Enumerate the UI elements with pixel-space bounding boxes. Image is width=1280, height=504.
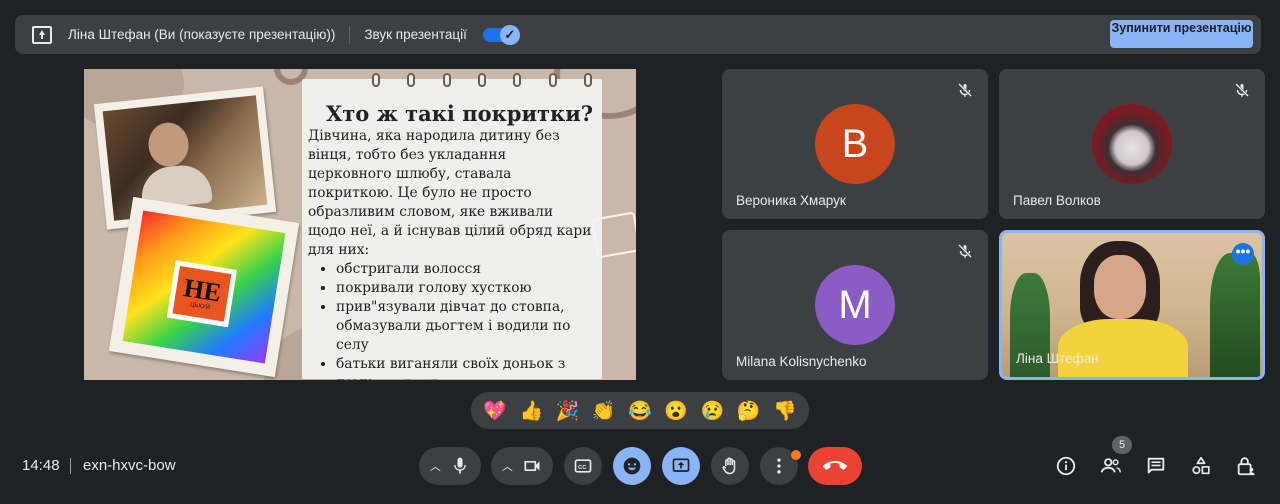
- slide-bullet: обстригали волосся: [336, 260, 594, 279]
- mic-off-icon: [958, 244, 972, 258]
- reaction-clapping[interactable]: 👏: [590, 399, 618, 423]
- host-controls-button[interactable]: [1235, 455, 1257, 477]
- ne-sign-text: НЕ: [181, 273, 224, 308]
- hang-up-icon: [823, 461, 847, 470]
- presenting-bar: Ліна Штефан (Ви (показуєте презентацію))…: [15, 15, 1261, 54]
- reaction-thumbs-up[interactable]: 👍: [517, 399, 545, 423]
- plant-image: [1210, 253, 1260, 377]
- slide-text-card: Хто ж такі покритки? Дівчина, яка народи…: [302, 73, 602, 380]
- present-screen-icon: [32, 25, 52, 44]
- reaction-thumbs-down[interactable]: 👎: [771, 399, 799, 423]
- more-vert-icon: [777, 458, 781, 474]
- captions-button[interactable]: CC: [564, 447, 602, 485]
- emoji-reactions-button[interactable]: [613, 447, 651, 485]
- raise-hand-button[interactable]: [711, 447, 749, 485]
- book-icon: [590, 211, 636, 259]
- people-count-badge: 5: [1112, 436, 1132, 454]
- slide-body: Дівчина, яка народила дитину без вінця, …: [308, 127, 594, 380]
- reaction-sparkling-heart[interactable]: 💖: [481, 399, 509, 423]
- meeting-code[interactable]: exn-hxvc-bow: [83, 457, 176, 474]
- emoji-icon: [623, 457, 641, 475]
- reaction-sad[interactable]: 😢: [698, 399, 726, 423]
- camera-control[interactable]: ︿: [491, 447, 553, 485]
- presenter-text: Ліна Штефан (Ви (показуєте презентацію)): [68, 27, 336, 42]
- avatar-cat-photo: [1092, 104, 1172, 184]
- presentation-sound-label: Звук презентації: [364, 27, 467, 42]
- reaction-party-popper[interactable]: 🎉: [554, 399, 582, 423]
- reaction-laughing[interactable]: 😂: [626, 399, 654, 423]
- people-button[interactable]: [1100, 455, 1122, 477]
- stop-presenting-button[interactable]: Зупинити презентацію: [1110, 20, 1253, 48]
- participant-tile[interactable]: M Milana Kolisnychenko: [722, 230, 988, 380]
- lock-person-icon: [1237, 457, 1255, 476]
- participant-name: Milana Kolisnychenko: [736, 354, 867, 369]
- participant-name: Вероника Хмарук: [736, 193, 846, 208]
- more-options-icon[interactable]: •••: [1232, 243, 1254, 265]
- people-icon: [1100, 458, 1121, 473]
- presentation-slide: НЕ ЦЬКУЙ Хто ж такі покритки? Дівчина, я…: [84, 69, 636, 380]
- activities-icon: [1192, 456, 1210, 475]
- raise-hand-icon: [722, 457, 736, 475]
- participant-name: Ліна Штефан: [1016, 351, 1099, 366]
- chevron-up-icon[interactable]: ︿: [502, 458, 513, 474]
- meeting-time: 14:48: [22, 457, 60, 474]
- slide-title: Хто ж такі покритки?: [326, 101, 594, 126]
- chat-icon: [1147, 457, 1165, 474]
- slide-bullet: батьки виганяли своїх доньок з дому: [336, 355, 594, 380]
- reactions-bar: 💖 👍 🎉 👏 😂 😮 😢 🤔 👎: [471, 392, 809, 429]
- presentation-sound-toggle[interactable]: ✓: [482, 24, 520, 45]
- participant-tile[interactable]: B Вероника Хмарук: [722, 69, 988, 219]
- info-icon: [1056, 456, 1076, 476]
- slide-bullets: обстригали волосся покривали голову хуст…: [328, 260, 594, 380]
- participant-tile[interactable]: Павел Волков: [999, 69, 1265, 219]
- microphone-icon: [454, 457, 467, 474]
- slide-bullet: покривали голову хусткою: [336, 279, 594, 298]
- participant-tile-self[interactable]: ••• Ліна Штефан: [999, 230, 1265, 380]
- activities-button[interactable]: [1190, 455, 1212, 477]
- person-face: [1094, 255, 1146, 319]
- svg-text:CC: CC: [578, 465, 587, 471]
- notebook-rings: [372, 73, 592, 87]
- chat-button[interactable]: [1145, 455, 1167, 477]
- rainbow-image: НЕ ЦЬКУЙ: [122, 210, 286, 364]
- notification-dot: [791, 450, 801, 460]
- camera-icon: [524, 461, 540, 471]
- mic-off-icon: [958, 83, 972, 97]
- chevron-up-icon[interactable]: ︿: [430, 458, 441, 474]
- participant-name: Павел Волков: [1013, 193, 1101, 208]
- slide-photo-sign: НЕ ЦЬКУЙ: [108, 196, 300, 378]
- check-icon: ✓: [499, 24, 520, 45]
- meeting-details-button[interactable]: [1055, 455, 1077, 477]
- avatar: M: [815, 265, 895, 345]
- divider: [349, 25, 351, 44]
- mic-off-icon: [1235, 83, 1249, 97]
- mother-painting-image: [102, 95, 268, 221]
- ne-sign: НЕ ЦЬКУЙ: [166, 260, 238, 328]
- person-sweater: [1058, 319, 1188, 377]
- slide-bullet: прив"язували дівчат до стовпа, обмазувал…: [336, 298, 594, 355]
- present-screen-icon: [672, 458, 690, 472]
- avatar: B: [815, 104, 895, 184]
- captions-icon: CC: [574, 459, 592, 473]
- leave-call-button[interactable]: [808, 447, 862, 485]
- slide-paragraph: Дівчина, яка народила дитину без вінця, …: [308, 128, 592, 258]
- microphone-control[interactable]: ︿: [419, 447, 481, 485]
- reaction-thinking[interactable]: 🤔: [735, 399, 763, 423]
- present-now-button[interactable]: [662, 447, 700, 485]
- divider: [70, 458, 71, 474]
- reaction-surprised[interactable]: 😮: [662, 399, 690, 423]
